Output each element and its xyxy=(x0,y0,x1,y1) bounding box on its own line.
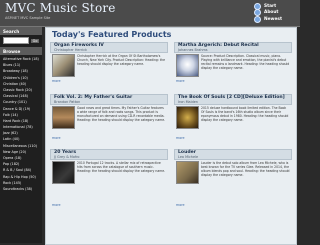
browse-header: Browse xyxy=(0,47,42,55)
album-cover[interactable] xyxy=(52,54,75,77)
album-cover[interactable] xyxy=(52,106,75,129)
product-artist: Christopher Herrick xyxy=(54,48,88,52)
site-header: MVC Music Store ASP.NET MVC Sample Site … xyxy=(0,0,300,27)
product-card: 20 Years JJ Grey & Mofro 2010 Portugal 1… xyxy=(50,149,168,219)
category-item[interactable]: Rap & Hip Hop (50) xyxy=(0,174,42,180)
search-button[interactable]: Go xyxy=(31,38,39,43)
search-box: Go xyxy=(3,37,39,44)
product-description: 2010 Portugal 12 tracks. A stellar mix o… xyxy=(77,161,166,174)
category-item[interactable]: Miscellaneous (110) xyxy=(0,143,42,149)
more-link[interactable]: more xyxy=(52,79,61,83)
header-nav: Start About Newest xyxy=(254,2,294,23)
album-cover[interactable] xyxy=(176,161,199,184)
album-cover[interactable] xyxy=(52,161,75,184)
more-link[interactable]: more xyxy=(52,203,61,207)
site-title[interactable]: MVC Music Store xyxy=(5,1,116,15)
product-header: The Book Of Souls [2 CD][Deluxe Edition]… xyxy=(174,94,292,105)
main-panel: Today's Featured Products Organ Firework… xyxy=(45,27,297,245)
album-cover[interactable] xyxy=(176,54,199,77)
page-title: Today's Featured Products xyxy=(52,30,172,39)
page: MVC Music Store ASP.NET MVC Sample Site … xyxy=(0,0,300,245)
product-artist: Lea Michele xyxy=(178,155,199,159)
product-description: Good news and great times. My Father's G… xyxy=(77,106,166,123)
product-header: Martha Argerich: Debut Recital Johannes … xyxy=(174,42,292,53)
more-link[interactable]: more xyxy=(176,79,185,83)
header-link-label: Newest xyxy=(264,16,283,22)
sidebar: Search Go Browse Alternative Rock (18) B… xyxy=(0,27,42,243)
category-item[interactable]: Soundtracks (38) xyxy=(0,186,42,192)
site-tagline: ASP.NET MVC Sample Site xyxy=(5,16,51,20)
album-cover[interactable] xyxy=(176,106,199,129)
header-link-about[interactable]: About xyxy=(254,9,294,17)
product-description: Christopher Herrick at the Organ Of St B… xyxy=(77,54,166,67)
star-icon xyxy=(254,15,261,23)
product-header: 20 Years JJ Grey & Mofro xyxy=(50,149,168,160)
product-artist: JJ Grey & Mofro xyxy=(54,155,80,159)
product-description: Louder is the debut solo album from Lea … xyxy=(201,161,290,178)
product-card: Louder Lea Michele Louder is the debut s… xyxy=(174,149,292,219)
product-artist: Iron Maiden xyxy=(178,100,198,104)
search-header: Search xyxy=(0,27,42,35)
product-description: Source: Product Description. Classical m… xyxy=(201,54,290,71)
more-link[interactable]: more xyxy=(176,203,185,207)
more-link[interactable]: more xyxy=(176,136,185,140)
product-header: Organ Fireworks IV Christopher Herrick xyxy=(50,42,168,53)
product-card: Martha Argerich: Debut Recital Johannes … xyxy=(174,42,292,102)
product-description: 2015 deluxe hardbound book limited editi… xyxy=(201,106,289,123)
product-header: Louder Lea Michele xyxy=(174,149,292,160)
category-list: Alternative Rock (18) Blues (11) Broadwa… xyxy=(0,56,42,192)
header-link-start[interactable]: Start xyxy=(254,2,294,10)
product-card: Organ Fireworks IV Christopher Herrick C… xyxy=(50,42,168,102)
header-link-label: Start xyxy=(264,3,277,9)
product-artist: Johannes Brahms xyxy=(178,48,208,52)
product-card: Folk Vol. 2: My Father's Guitar Brandon … xyxy=(50,94,168,154)
more-link[interactable]: more xyxy=(52,136,61,140)
search-input[interactable] xyxy=(3,37,30,44)
product-artist: Brandon Patton xyxy=(54,100,81,104)
header-link-label: About xyxy=(264,10,279,16)
header-link-newest[interactable]: Newest xyxy=(254,15,294,23)
product-header: Folk Vol. 2: My Father's Guitar Brandon … xyxy=(50,94,168,105)
product-card: The Book Of Souls [2 CD][Deluxe Edition]… xyxy=(174,94,292,154)
